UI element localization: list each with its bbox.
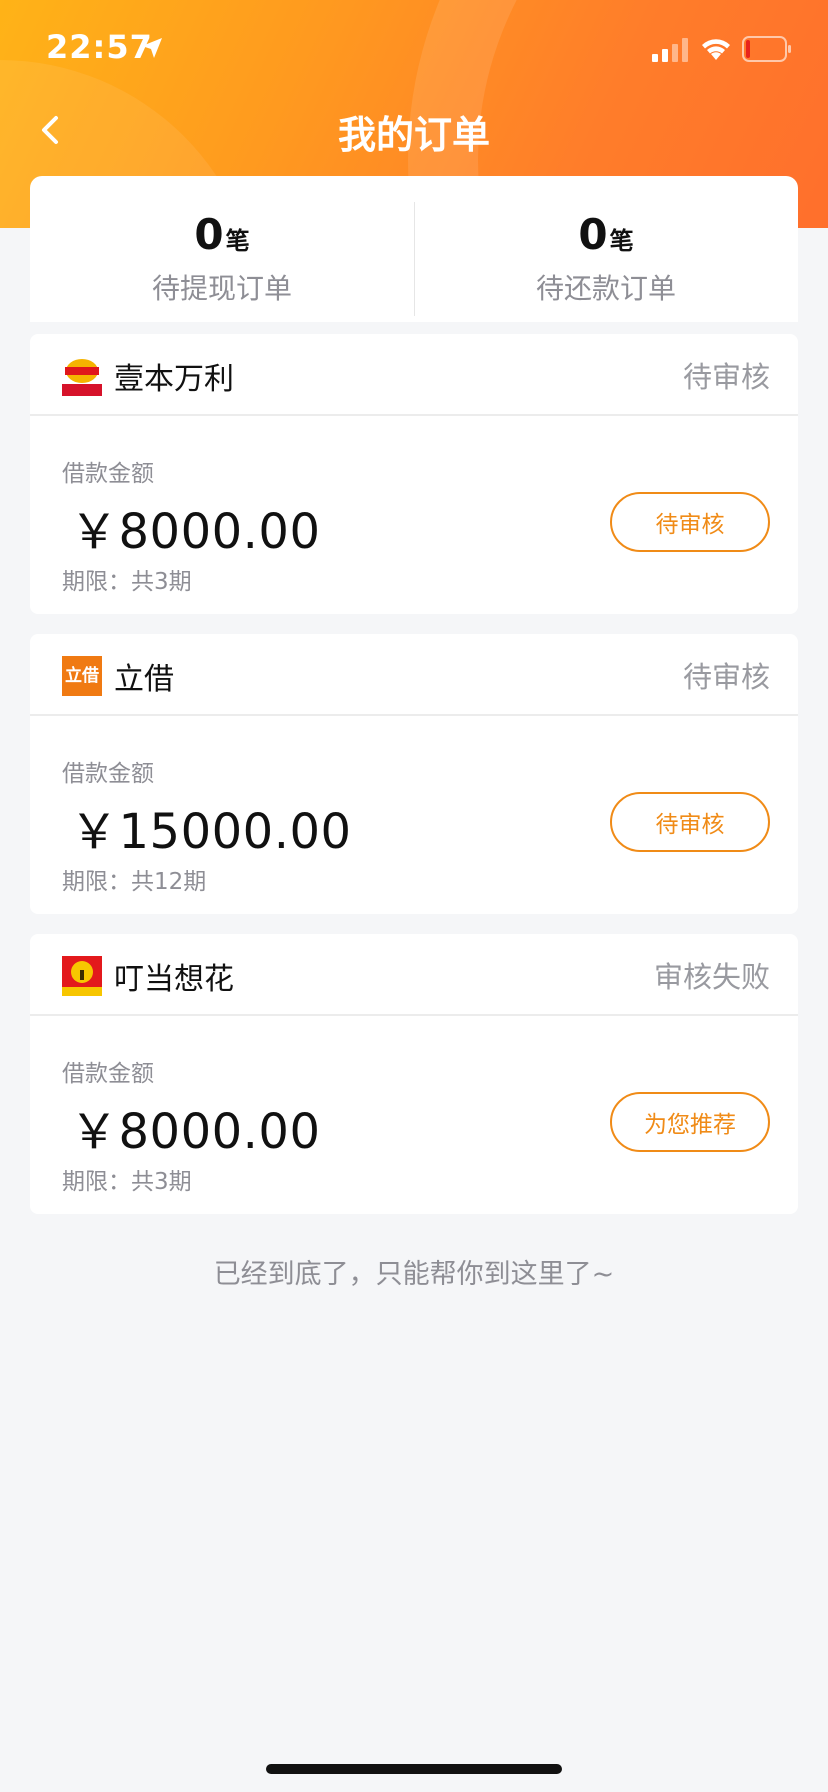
summary-count: 0笔 [414,210,798,259]
loan-amount: ￥8000.00 [70,504,321,560]
order-card[interactable]: 壹本万利 待审核 借款金额 ￥8000.00 期限：共3期 待审核 [30,334,798,614]
order-card-body: 借款金额 ￥8000.00 期限：共3期 为您推荐 [30,1016,798,1214]
order-action-button[interactable]: 待审核 [610,492,770,552]
status-bar: 22:57 [0,0,828,100]
summary-count-unit: 笔 [225,227,250,255]
order-card-header: 立借 立借 待审核 [30,634,798,716]
order-card-header: 壹本万利 待审核 [30,334,798,416]
order-status: 待审核 [682,660,770,694]
summary-label: 待还款订单 [535,272,676,305]
summary-count: 0笔 [30,210,414,259]
order-card-body: 借款金额 ￥15000.00 期限：共12期 待审核 [30,716,798,914]
summary-count-number: 0 [578,210,608,259]
order-status: 审核失败 [653,960,770,994]
order-card[interactable]: 叮当想花 审核失败 借款金额 ￥8000.00 期限：共3期 为您推荐 [30,934,798,1214]
status-time: 22:57 [46,28,153,66]
brand-name: 叮当想花 [114,962,234,997]
amount-label: 借款金额 [62,761,154,787]
battery-icon [742,36,791,62]
loan-amount: ￥8000.00 [70,1104,321,1160]
location-arrow-icon [142,38,162,58]
summary-count-unit: 笔 [609,227,634,255]
loan-term: 期限：共3期 [62,1169,192,1195]
cellular-signal-icon [652,38,688,62]
order-summary-card: 0笔 待提现订单 0笔 待还款订单 [30,176,798,322]
pending-withdraw-summary[interactable]: 0笔 待提现订单 [30,176,414,322]
pending-repay-summary[interactable]: 0笔 待还款订单 [414,176,798,322]
brand-logo [62,356,102,396]
amount-label: 借款金额 [62,461,154,487]
summary-count-number: 0 [194,210,224,259]
loan-amount: ￥15000.00 [70,804,352,860]
navigation-bar: 我的订单 [0,100,828,158]
brand-logo-text: 立借 [65,666,99,686]
brand-logo [62,956,102,996]
order-card-body: 借款金额 ￥8000.00 期限：共3期 待审核 [30,416,798,614]
brand-name: 壹本万利 [114,362,234,397]
home-indicator [266,1764,562,1774]
order-action-button[interactable]: 待审核 [610,792,770,852]
brand-name: 立借 [114,662,174,697]
brand-logo-icon [62,356,102,396]
page-title: 我的订单 [337,113,490,157]
loan-term: 期限：共3期 [62,569,192,595]
wifi-icon [702,39,730,60]
order-card[interactable]: 立借 立借 待审核 借款金额 ￥15000.00 期限：共12期 待审核 [30,634,798,914]
brand-logo-icon [62,956,102,996]
recommend-button[interactable]: 为您推荐 [610,1092,770,1152]
summary-label: 待提现订单 [151,272,292,305]
end-of-list-note: 已经到底了，只能帮你到这里了~ [213,1259,615,1290]
order-card-header: 叮当想花 审核失败 [30,934,798,1016]
amount-label: 借款金额 [62,1061,154,1087]
loan-term: 期限：共12期 [62,869,207,895]
order-status: 待审核 [682,360,770,394]
brand-logo: 立借 [62,656,102,696]
